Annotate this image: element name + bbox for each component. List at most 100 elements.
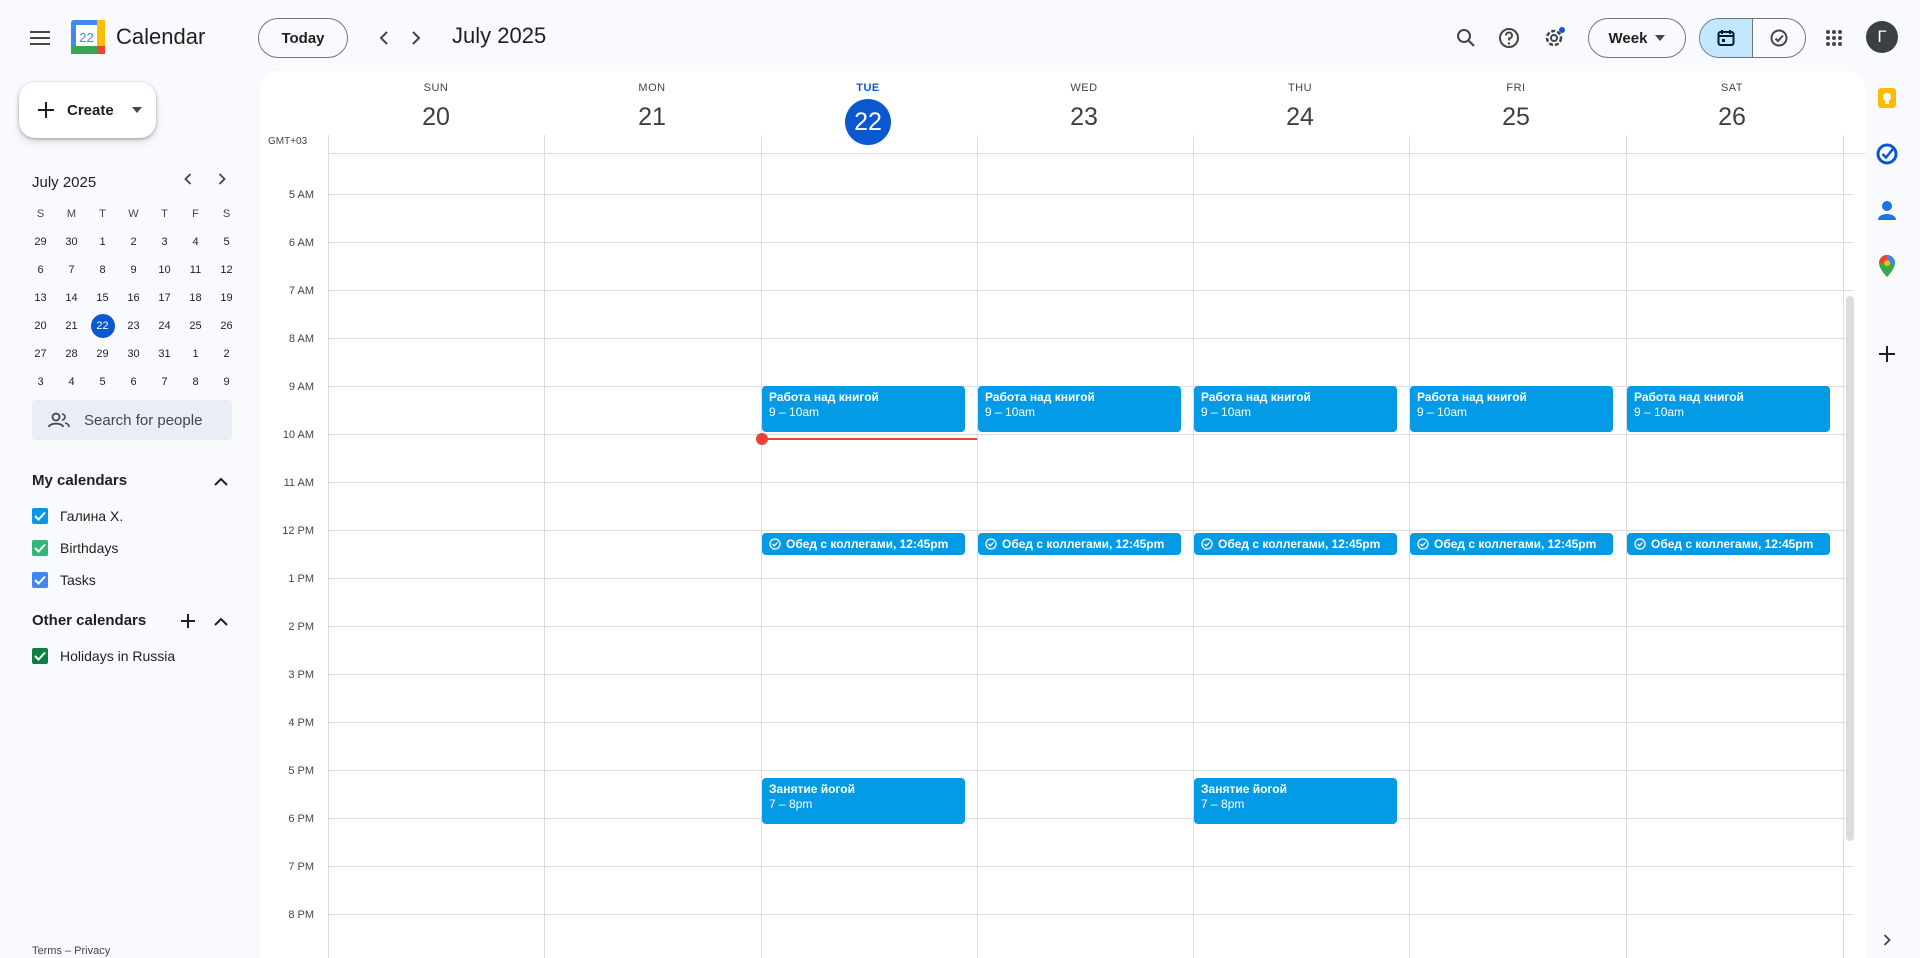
calendar-logo-icon[interactable]: 22 <box>71 20 105 54</box>
checkbox-checked-icon[interactable] <box>32 508 48 524</box>
create-button[interactable]: Create <box>19 82 156 138</box>
mini-day[interactable]: 23 <box>118 314 149 338</box>
mini-day[interactable]: 28 <box>56 342 87 366</box>
mini-day[interactable]: 26 <box>211 314 242 338</box>
event-book-thu[interactable]: Работа над книгой 9 – 10am <box>1194 386 1397 432</box>
calendar-item-holidays-russia[interactable]: Holidays in Russia <box>32 648 175 664</box>
mini-day[interactable]: 6 <box>25 258 56 282</box>
collapse-my-calendars-icon[interactable] <box>205 461 237 501</box>
day-number[interactable]: 23 <box>976 103 1192 132</box>
mini-day[interactable]: 4 <box>56 370 87 394</box>
calendar-item-galina[interactable]: Галина Х. <box>32 508 123 524</box>
contacts-icon[interactable] <box>1873 196 1901 224</box>
today-button[interactable]: Today <box>258 18 348 58</box>
mini-day[interactable]: 8 <box>87 258 118 282</box>
mini-day[interactable]: 18 <box>180 286 211 310</box>
mini-next-month-icon[interactable] <box>206 163 238 195</box>
task-lunch-thu[interactable]: Обед с коллегами, 12:45pm <box>1194 533 1397 555</box>
mini-day[interactable]: 30 <box>118 342 149 366</box>
checkbox-checked-icon[interactable] <box>32 648 48 664</box>
mini-day[interactable]: 2 <box>118 230 149 254</box>
day-number[interactable]: 26 <box>1624 103 1840 132</box>
task-lunch-wed[interactable]: Обед с коллегами, 12:45pm <box>978 533 1181 555</box>
terms-privacy-link[interactable]: Terms – Privacy <box>32 945 110 957</box>
mini-day[interactable]: 20 <box>25 314 56 338</box>
checkbox-checked-icon[interactable] <box>32 572 48 588</box>
mini-day[interactable]: 6 <box>118 370 149 394</box>
event-book-wed[interactable]: Работа над книгой 9 – 10am <box>978 386 1181 432</box>
keep-notes-icon[interactable] <box>1873 84 1901 112</box>
mini-day[interactable]: 7 <box>56 258 87 282</box>
event-book-sat[interactable]: Работа над книгой 9 – 10am <box>1627 386 1830 432</box>
mini-day[interactable]: 21 <box>56 314 87 338</box>
help-icon[interactable] <box>1489 18 1529 58</box>
mini-day[interactable]: 3 <box>25 370 56 394</box>
event-book-tue[interactable]: Работа над книгой 9 – 10am <box>762 386 965 432</box>
account-avatar[interactable]: Г <box>1866 21 1898 53</box>
google-maps-icon[interactable] <box>1873 252 1901 280</box>
task-lunch-sat[interactable]: Обед с коллегами, 12:45pm <box>1627 533 1830 555</box>
mini-day[interactable]: 19 <box>211 286 242 310</box>
mini-day[interactable]: 7 <box>149 370 180 394</box>
search-icon[interactable] <box>1446 18 1486 58</box>
task-lunch-fri[interactable]: Обед с коллегами, 12:45pm <box>1410 533 1613 555</box>
mini-previous-month-icon[interactable] <box>172 163 204 195</box>
search-people-input[interactable]: Search for people <box>32 400 232 440</box>
checkbox-checked-icon[interactable] <box>32 540 48 556</box>
day-number[interactable]: 25 <box>1408 103 1624 132</box>
mini-day-today[interactable]: 22 <box>87 314 118 338</box>
mini-day[interactable]: 1 <box>180 342 211 366</box>
day-number-today[interactable]: 22 <box>760 99 976 145</box>
collapse-other-calendars-icon[interactable] <box>205 601 237 641</box>
mini-day[interactable]: 12 <box>211 258 242 282</box>
event-book-fri[interactable]: Работа над книгой 9 – 10am <box>1410 386 1613 432</box>
day-name: FRI <box>1506 82 1526 94</box>
event-yoga-thu[interactable]: Занятие йогой 7 – 8pm <box>1194 778 1397 824</box>
mini-day[interactable]: 5 <box>211 230 242 254</box>
mini-day[interactable]: 9 <box>118 258 149 282</box>
mini-day[interactable]: 2 <box>211 342 242 366</box>
mini-day[interactable]: 13 <box>25 286 56 310</box>
column-divider <box>328 135 329 958</box>
mini-day[interactable]: 25 <box>180 314 211 338</box>
tasks-view-button[interactable] <box>1752 19 1805 57</box>
mini-day[interactable]: 9 <box>211 370 242 394</box>
task-lunch-tue[interactable]: Обед с коллегами, 12:45pm <box>762 533 965 555</box>
mini-day[interactable]: 29 <box>25 230 56 254</box>
mini-day[interactable]: 5 <box>87 370 118 394</box>
mini-day[interactable]: 16 <box>118 286 149 310</box>
add-addon-icon[interactable] <box>1873 340 1901 368</box>
other-calendars-title[interactable]: Other calendars <box>32 612 146 629</box>
mini-day[interactable]: 24 <box>149 314 180 338</box>
mini-day[interactable]: 15 <box>87 286 118 310</box>
calendar-item-birthdays[interactable]: Birthdays <box>32 540 118 556</box>
mini-day[interactable]: 11 <box>180 258 211 282</box>
mini-day[interactable]: 29 <box>87 342 118 366</box>
mini-day[interactable]: 14 <box>56 286 87 310</box>
my-calendars-title[interactable]: My calendars <box>32 472 127 489</box>
event-yoga-tue[interactable]: Занятие йогой 7 – 8pm <box>762 778 965 824</box>
calendar-view-button[interactable] <box>1700 19 1752 57</box>
mini-day[interactable]: 30 <box>56 230 87 254</box>
settings-gear-icon[interactable] <box>1534 18 1574 58</box>
mini-day[interactable]: 4 <box>180 230 211 254</box>
expand-side-panel-icon[interactable] <box>1873 926 1901 954</box>
google-tasks-icon[interactable] <box>1873 140 1901 168</box>
mini-day[interactable]: 17 <box>149 286 180 310</box>
grid-scrollbar[interactable] <box>1846 296 1854 841</box>
view-select-dropdown[interactable]: Week <box>1588 18 1686 58</box>
mini-day[interactable]: 10 <box>149 258 180 282</box>
mini-day[interactable]: 1 <box>87 230 118 254</box>
day-number[interactable]: 21 <box>544 103 760 132</box>
day-number[interactable]: 20 <box>328 103 544 132</box>
add-other-calendar-icon[interactable] <box>172 601 204 641</box>
mini-day[interactable]: 27 <box>25 342 56 366</box>
next-week-icon[interactable] <box>396 18 436 58</box>
mini-day[interactable]: 3 <box>149 230 180 254</box>
mini-day[interactable]: 31 <box>149 342 180 366</box>
mini-day[interactable]: 8 <box>180 370 211 394</box>
day-number[interactable]: 24 <box>1192 103 1408 132</box>
calendar-item-tasks[interactable]: Tasks <box>32 572 96 588</box>
main-menu-icon[interactable] <box>20 18 60 58</box>
apps-grid-icon[interactable] <box>1814 18 1854 58</box>
